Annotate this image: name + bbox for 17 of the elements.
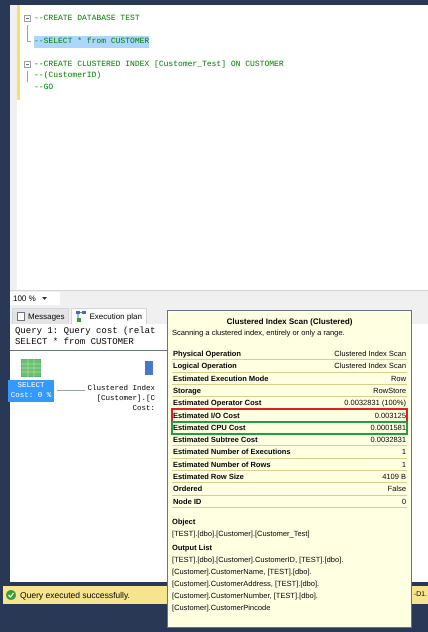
status-message: Query executed successfully. (20, 588, 130, 602)
collapse-icon[interactable] (24, 15, 31, 22)
code-comment: --SELECT * from CUSTOMER (34, 36, 150, 48)
plan-icon (76, 311, 86, 322)
fold-line (27, 70, 28, 82)
query-text: SELECT * from CUSTOMER (15, 337, 135, 348)
check-icon (6, 590, 16, 600)
tooltip-title: Clustered Index Scan (Clustered) (226, 316, 354, 327)
result-tab[interactable]: Execution plan (71, 308, 147, 324)
index-scan-icon (145, 361, 153, 375)
caret-icon (42, 297, 47, 300)
table-icon (21, 359, 41, 377)
zoom-dropdown[interactable]: 100 % (10, 292, 60, 305)
result-tab[interactable]: Messages (12, 308, 70, 324)
collapse-icon[interactable] (24, 61, 31, 68)
code-comment: --CREATE CLUSTERED INDEX [Customer_Test] ON CUSTOMER (34, 58, 284, 71)
document-icon (17, 312, 25, 321)
